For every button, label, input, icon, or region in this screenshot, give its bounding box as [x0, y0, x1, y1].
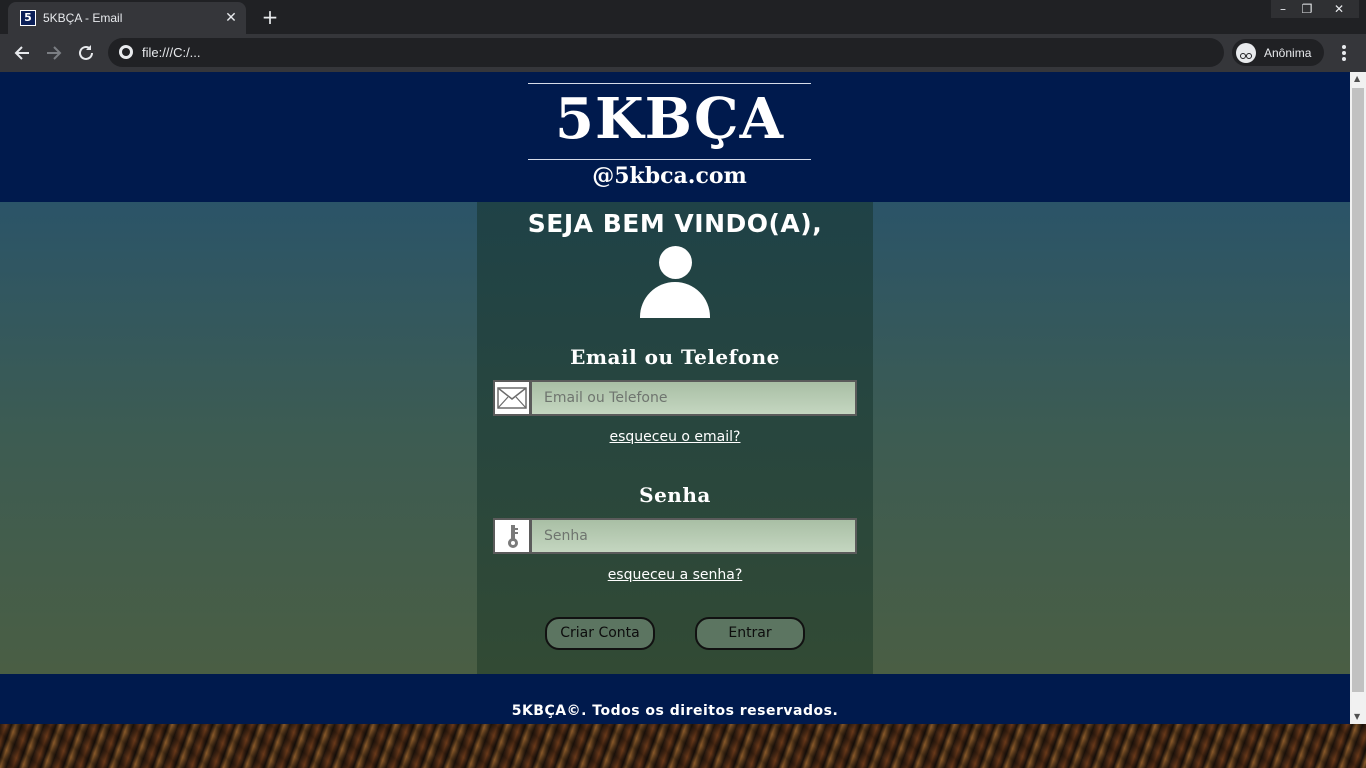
- incognito-icon: [1236, 43, 1256, 63]
- create-account-button[interactable]: Criar Conta: [545, 617, 655, 650]
- browser-toolbar: file:///C:/... Anônima: [0, 34, 1366, 72]
- url-text[interactable]: file:///C:/...: [142, 45, 201, 61]
- reload-icon: [79, 45, 93, 60]
- email-label: Email ou Telefone: [570, 345, 780, 369]
- reload-button[interactable]: [74, 41, 98, 65]
- more-vert-icon: [1342, 45, 1346, 61]
- forgot-email-link[interactable]: esqueceu o email?: [477, 428, 873, 446]
- password-field[interactable]: [531, 518, 857, 554]
- browser-menu-button[interactable]: [1334, 41, 1354, 65]
- back-button[interactable]: [10, 41, 34, 65]
- key-icon: [493, 518, 531, 554]
- incognito-label: Anônima: [1264, 46, 1312, 60]
- logo-subtitle: @5kbca.com: [592, 163, 747, 189]
- password-label: Senha: [639, 483, 711, 507]
- scroll-up-icon[interactable]: ▲: [1354, 74, 1360, 84]
- site-logo: 5KBÇA @5kbca.com: [528, 83, 811, 191]
- tab-favicon: 5: [20, 10, 36, 26]
- incognito-indicator[interactable]: Anônima: [1232, 39, 1324, 66]
- address-bar[interactable]: file:///C:/...: [108, 38, 1224, 67]
- restore-button[interactable]: ❐: [1295, 0, 1319, 18]
- scroll-thumb[interactable]: [1352, 88, 1364, 692]
- login-button[interactable]: Entrar: [695, 617, 805, 650]
- login-panel: SEJA BEM VINDO(A), Email ou Telefone esq…: [477, 202, 873, 674]
- page-viewport: 5KBÇA @5kbca.com SEJA BEM VINDO(A), Emai…: [0, 72, 1350, 724]
- tab-title: 5KBÇA - Email: [43, 11, 123, 25]
- close-window-button[interactable]: ✕: [1319, 0, 1359, 18]
- email-field[interactable]: [531, 380, 857, 416]
- user-icon: [640, 246, 710, 318]
- new-tab-button[interactable]: +: [260, 6, 280, 28]
- arrow-right-icon: [47, 46, 62, 60]
- forgot-password-link[interactable]: esqueceu a senha?: [477, 566, 873, 584]
- page-scrollbar[interactable]: ▲ ▼: [1350, 72, 1366, 724]
- desktop-wallpaper: [0, 724, 1366, 768]
- envelope-icon: [493, 380, 531, 416]
- browser-titlebar: 5 5KBÇA - Email ✕ + – ❐ ✕: [0, 0, 1366, 34]
- logo-bottom-rule: [528, 159, 811, 160]
- forward-button[interactable]: [42, 41, 66, 65]
- scroll-down-icon[interactable]: ▼: [1354, 712, 1360, 722]
- arrow-left-icon: [14, 46, 29, 60]
- globe-icon: [119, 45, 133, 59]
- logo-title: 5KBÇA: [554, 86, 785, 152]
- avatar-body: [640, 282, 710, 318]
- welcome-heading: SEJA BEM VINDO(A),: [527, 209, 823, 238]
- copyright-text: 5KBÇA©. Todos os direitos reservados.: [511, 703, 839, 719]
- tab-close-icon[interactable]: ✕: [222, 9, 240, 27]
- email-row: [493, 380, 857, 416]
- password-row: [493, 518, 857, 554]
- site-header: 5KBÇA @5kbca.com: [0, 72, 1350, 202]
- main-area: SEJA BEM VINDO(A), Email ou Telefone esq…: [0, 202, 1350, 674]
- logo-top-rule: [528, 83, 811, 84]
- avatar-head: [659, 246, 692, 279]
- site-footer: 5KBÇA©. Todos os direitos reservados.: [0, 674, 1350, 724]
- minimize-button[interactable]: –: [1271, 0, 1295, 18]
- browser-tab[interactable]: 5 5KBÇA - Email ✕: [8, 2, 246, 34]
